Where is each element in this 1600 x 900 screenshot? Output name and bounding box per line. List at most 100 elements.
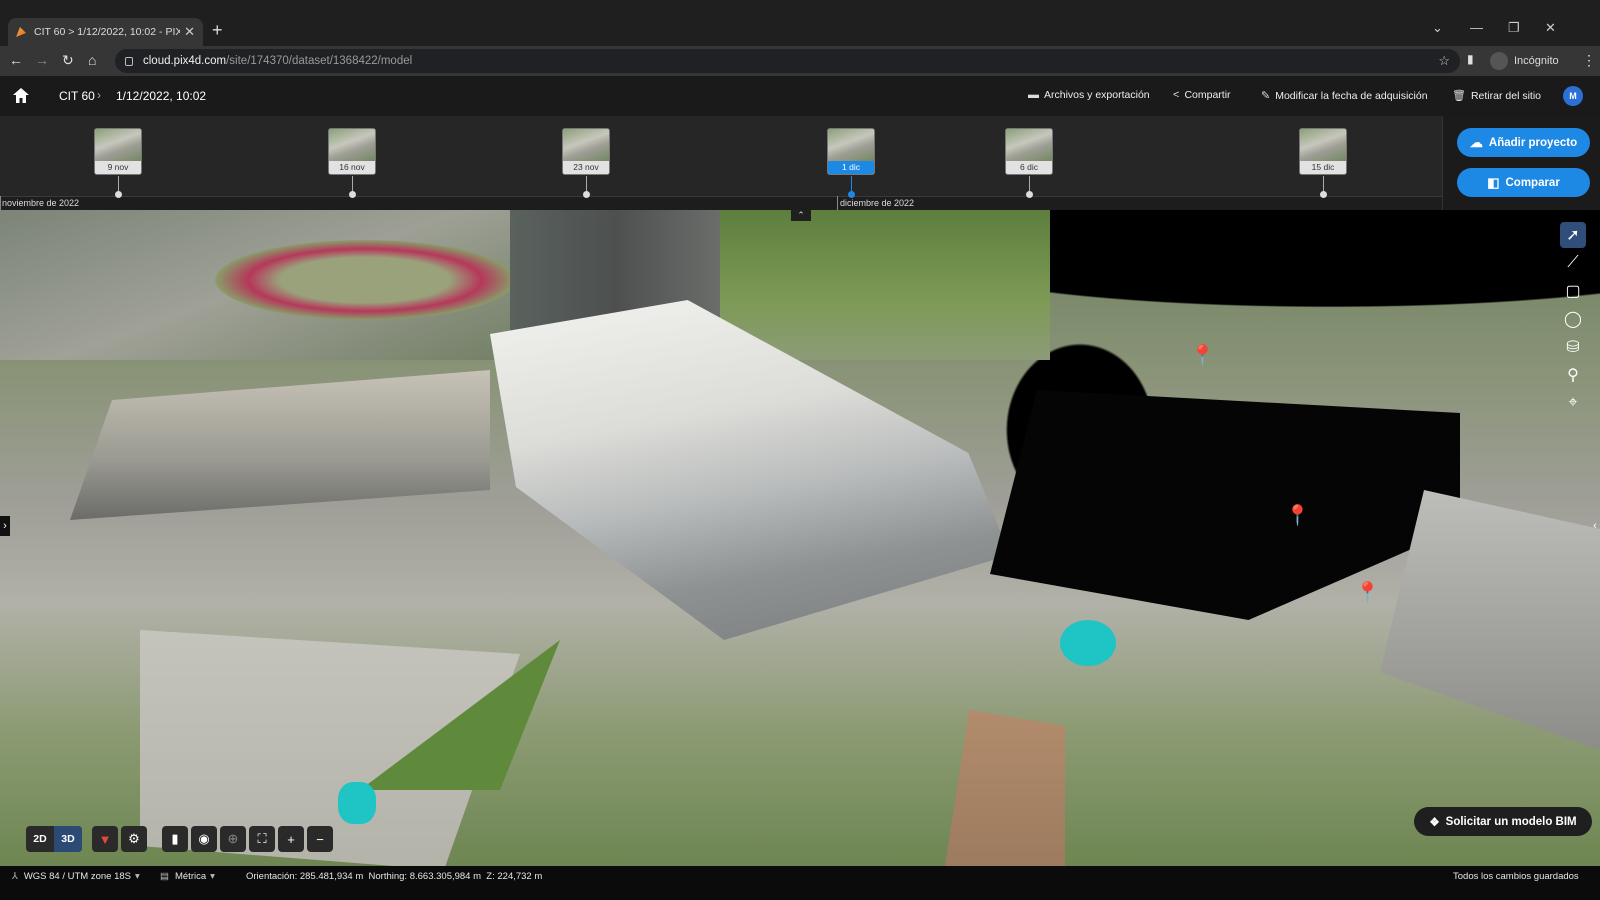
bim-label: Solicitar un modelo BIM xyxy=(1445,815,1577,828)
home-browser-icon[interactable]: ⌂ xyxy=(88,52,96,68)
timeline-thumb-6dic[interactable]: 6 dic xyxy=(1005,128,1053,175)
polygon-icon[interactable]: ▢ xyxy=(1560,278,1586,304)
browser-menu-icon[interactable]: ⋮ xyxy=(1582,52,1596,69)
request-bim-button[interactable]: ❖ Solicitar un modelo BIM xyxy=(1414,807,1592,836)
tab-search-icon[interactable]: ⌄ xyxy=(1432,20,1443,36)
pin-icon[interactable]: 📍 xyxy=(1285,503,1310,528)
reload-icon[interactable]: ↻ xyxy=(62,52,74,69)
incognito-label: Incógnito xyxy=(1514,55,1559,67)
park-area xyxy=(720,210,1050,360)
timeline-thumb-9nov[interactable]: 9 nov xyxy=(94,128,142,175)
3d-model-viewport[interactable]: 📍 📍 📍 ⌃ › ‹ ➚ ⟋ ▢ ◯ ⛁ ⚲ ⌖ 2D 3D ▼ ⚙ ▮ ◉ … xyxy=(0,210,1600,866)
remove-label: Retirar del sitio xyxy=(1470,89,1541,102)
home-icon[interactable] xyxy=(12,87,30,104)
timeline-dot[interactable] xyxy=(115,191,122,198)
mode-3d-button[interactable]: 3D xyxy=(54,826,82,852)
timeline-thumb-1dic[interactable]: 1 dic xyxy=(827,128,875,175)
timeline-dot[interactable] xyxy=(1026,191,1033,198)
breadcrumb-date: 1/12/2022, 10:02 xyxy=(116,89,207,103)
filter-icon[interactable]: ▼ xyxy=(92,826,118,852)
select-icon[interactable]: ➚ xyxy=(1560,222,1586,248)
month-label-nov: noviembre de 2022 xyxy=(2,198,80,208)
expand-right-panel-icon[interactable]: ‹ xyxy=(1590,516,1600,536)
timeline-dot[interactable] xyxy=(349,191,356,198)
timeline-thumb-15dic[interactable]: 15 dic xyxy=(1299,128,1347,175)
crs-label: WGS 84 / UTM zone 18S xyxy=(23,871,131,882)
bookmark-star-icon[interactable]: ☆ xyxy=(1438,53,1450,69)
gear-icon[interactable]: ⚙ xyxy=(121,826,147,852)
timeline-dot[interactable] xyxy=(583,191,590,198)
folder-icon: ▬ xyxy=(1028,89,1039,101)
compare-button[interactable]: ◧ Comparar xyxy=(1457,168,1590,197)
circle-icon[interactable]: ◯ xyxy=(1560,306,1586,332)
share-button[interactable]: < Compartir xyxy=(1173,89,1231,101)
remove-from-site-button[interactable]: 🗑 Retirar del sitio xyxy=(1452,89,1541,103)
compare-label: Comparar xyxy=(1505,176,1560,189)
timeline-thumb-label: 15 dic xyxy=(1300,161,1346,174)
timeline-dot[interactable] xyxy=(1320,191,1327,198)
void-area xyxy=(990,390,1460,620)
app-header: CIT 60 › 1/12/2022, 10:02 ▬ Archivos y e… xyxy=(0,76,1600,116)
back-icon[interactable]: ← xyxy=(9,52,23,68)
pin-icon[interactable]: ⚲ xyxy=(1560,362,1586,388)
pin-icon[interactable]: 📍 xyxy=(1190,343,1215,368)
timeline-thumb-label: 1 dic xyxy=(828,161,874,174)
files-export-button[interactable]: ▬ Archivos y exportación xyxy=(1028,89,1150,101)
url-host: cloud.pix4d.com xyxy=(143,55,227,67)
dataset-timeline: noviembre de 2022 diciembre de 2022 9 no… xyxy=(0,116,1442,210)
timeline-axis xyxy=(0,196,1442,210)
zoom-in-icon[interactable]: + xyxy=(278,826,304,852)
browser-tab[interactable]: CIT 60 > 1/12/2022, 10:02 - PIX4D ✕ xyxy=(8,18,203,46)
locate-icon[interactable]: ⊕ xyxy=(220,826,246,852)
pin-icon[interactable]: 📍 xyxy=(1355,580,1380,605)
units-selector[interactable]: ▤ Métrica ▾ xyxy=(160,871,221,882)
crs-selector[interactable]: ⅄ WGS 84 / UTM zone 18S ▾ xyxy=(12,871,146,882)
share-icon: < xyxy=(1173,89,1180,101)
viewer-toolbar: 2D 3D ▼ ⚙ ▮ ◉ ⊕ ⛶ + − xyxy=(26,824,336,854)
bim-icon: ❖ xyxy=(1429,816,1440,829)
status-bar: ⅄ WGS 84 / UTM zone 18S ▾ ▤ Métrica ▾ Or… xyxy=(0,866,1600,900)
volume-icon[interactable]: ⛁ xyxy=(1560,334,1586,360)
close-tab-icon[interactable]: ✕ xyxy=(184,24,195,40)
expand-left-panel-icon[interactable]: › xyxy=(0,516,10,536)
incognito-indicator[interactable]: Incógnito xyxy=(1490,52,1559,70)
low-building xyxy=(70,370,490,520)
address-bar[interactable]: cloud.pix4d.com /site/174370/dataset/136… xyxy=(115,49,1460,73)
lock-icon xyxy=(125,56,133,66)
collapse-timeline-button[interactable]: ⌃ xyxy=(791,210,811,221)
zoom-out-icon[interactable]: − xyxy=(307,826,333,852)
avatar[interactable]: M xyxy=(1563,86,1583,106)
add-project-button[interactable]: ☁ Añadir proyecto xyxy=(1457,128,1590,157)
camera-icon[interactable]: ◉ xyxy=(191,826,217,852)
browser-tab-strip: CIT 60 > 1/12/2022, 10:02 - PIX4D ✕ + ⌄ … xyxy=(0,0,1600,46)
coordinates-readout: Orientación: 285.481,934 m Northing: 8.6… xyxy=(246,871,543,882)
compare-icon: ◧ xyxy=(1487,174,1500,190)
timeline-thumb-16nov[interactable]: 16 nov xyxy=(328,128,376,175)
mode-2d-button[interactable]: 2D xyxy=(26,826,54,852)
bookmark-icon[interactable]: ▮ xyxy=(162,826,188,852)
cloud-upload-icon: ☁ xyxy=(1469,134,1483,150)
minimize-icon[interactable]: — xyxy=(1470,20,1483,35)
line-icon[interactable]: ⟋ xyxy=(1560,250,1586,276)
side-panel-icon[interactable]: ▮ xyxy=(1467,52,1474,66)
new-tab-button[interactable]: + xyxy=(212,20,223,41)
chevron-down-icon: ▾ xyxy=(135,871,140,882)
pencil-icon: ✎ xyxy=(1261,90,1271,102)
breadcrumb-site[interactable]: CIT 60 xyxy=(59,89,95,103)
tab-title: CIT 60 > 1/12/2022, 10:02 - PIX4D xyxy=(34,26,181,38)
target-icon[interactable]: ⌖ xyxy=(1560,390,1586,416)
modify-date-button[interactable]: ✎ Modificar la fecha de adquisición xyxy=(1261,89,1428,103)
ruler-icon: ▤ xyxy=(160,871,169,882)
fit-view-icon[interactable]: ⛶ xyxy=(249,826,275,852)
cyan-object xyxy=(1060,620,1116,666)
close-window-icon[interactable]: ✕ xyxy=(1545,20,1556,36)
restore-icon[interactable]: ❐ xyxy=(1508,20,1520,36)
forward-icon[interactable]: → xyxy=(35,52,49,68)
timeline-thumb-23nov[interactable]: 23 nov xyxy=(562,128,610,175)
timeline-thumb-label: 6 dic xyxy=(1006,161,1052,174)
month-label-dec: diciembre de 2022 xyxy=(840,198,915,208)
axes-icon: ⅄ xyxy=(12,871,18,882)
pix4d-favicon-icon xyxy=(16,27,26,37)
url-path: /site/174370/dataset/1368422/model xyxy=(226,55,413,67)
timeline-dot-selected[interactable] xyxy=(848,191,855,198)
